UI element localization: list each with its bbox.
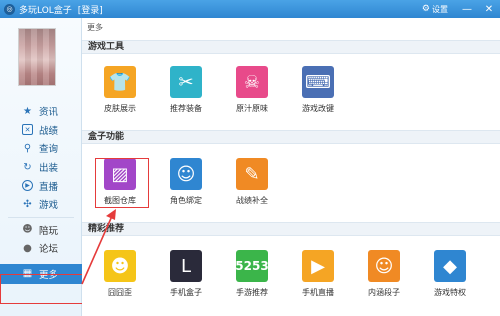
section-header-box-functions: 盒子功能	[82, 130, 500, 144]
section-header-tools: 游戏工具	[82, 40, 500, 54]
sidebar-item-label: 资讯	[39, 107, 59, 119]
tile-jokes[interactable]: ☺ 内涵段子	[354, 250, 414, 298]
sidebar-item-search[interactable]: ⚲ 查询	[0, 139, 82, 158]
sidebar-item-label: 论坛	[39, 244, 59, 256]
sidebar-item-label: 战绩	[39, 125, 59, 137]
more-highlight-box	[0, 274, 84, 304]
laugh-face-icon: ☺	[368, 250, 400, 282]
tile-recommend-equip[interactable]: ✂ 推荐装备	[156, 66, 216, 114]
shirt-icon: 👕	[104, 66, 136, 98]
tile-label: 手机直播	[302, 288, 334, 297]
app-logo-icon: ◎	[4, 3, 15, 15]
close-button[interactable]: ✕	[478, 0, 500, 18]
smile-face-icon: ☻	[104, 250, 136, 282]
tile-game-privilege[interactable]: ◆ 游戏特权	[420, 250, 480, 298]
lol-logo-icon: L	[170, 250, 202, 282]
tile-label: 皮肤展示	[104, 104, 136, 113]
tile-key-remap[interactable]: ⌨ 游戏改键	[288, 66, 348, 114]
tile-label: 手游推荐	[236, 288, 268, 297]
tile-mobile-live[interactable]: ▶ 手机直播	[288, 250, 348, 298]
skull-icon: ☠	[236, 66, 268, 98]
sidebar-item-label: 游戏	[39, 200, 59, 212]
sidebar-item-game[interactable]: ✣ 游戏	[0, 195, 82, 214]
gear-icon: ⚙	[421, 4, 430, 14]
app-title: 多玩LOL盒子	[19, 5, 72, 16]
5253-logo-icon: 5253	[235, 250, 269, 282]
tile-label: 原汁原味	[236, 104, 268, 113]
tile-label: 游戏改键	[302, 104, 334, 113]
tile-label: 推荐装备	[170, 104, 202, 113]
close-box-icon: ✕	[22, 124, 33, 136]
search-icon: ⚲	[23, 142, 32, 154]
section-header-recommend: 精彩推荐	[82, 222, 500, 236]
sidebar-item-label: 查询	[39, 144, 59, 156]
sidebar-item-companion[interactable]: ☻ 陪玩	[0, 221, 82, 240]
sidebar-item-label: 直播	[39, 181, 59, 193]
tile-role-bind[interactable]: ☺ 角色绑定	[156, 158, 216, 206]
tile-label: 囧囧歪	[108, 288, 132, 297]
sidebar-item-forum[interactable]: ● 论坛	[0, 239, 82, 258]
edit-icon: ✎	[236, 158, 268, 190]
tile-label: 游戏特权	[434, 288, 466, 297]
user-icon: ☺	[170, 158, 202, 190]
tile-jiongjiongwai[interactable]: ☻ 囧囧歪	[90, 250, 150, 298]
sidebar-item-build[interactable]: ↻ 出装	[0, 158, 82, 177]
diamond-icon: ◆	[434, 250, 466, 282]
sidebar-item-label: 出装	[39, 163, 59, 175]
gamepad-icon: ✣	[23, 198, 32, 210]
people-icon: ☻	[22, 224, 33, 236]
tile-label: 手机盒子	[170, 288, 202, 297]
tile-skin-display[interactable]: 👕 皮肤展示	[90, 66, 150, 114]
tile-label: 内涵段子	[368, 288, 400, 297]
sidebar-divider	[8, 216, 74, 218]
swords-icon: ✂	[170, 66, 202, 98]
refresh-icon: ↻	[23, 161, 32, 173]
play-icon: ▶	[22, 180, 33, 192]
settings-label: 设置	[432, 4, 448, 14]
sidebar-item-record[interactable]: ✕ 战绩	[0, 121, 82, 140]
minimize-button[interactable]: —	[456, 0, 478, 18]
keyboard-icon: ⌨	[302, 66, 334, 98]
title-bar: ◎ 多玩LOL盒子 [登录] ⚙ 设置 — ✕	[0, 0, 500, 18]
sidebar-item-news[interactable]: ★ 资讯	[0, 102, 82, 121]
tile-mobile-games[interactable]: 5253 手游推荐	[222, 250, 282, 298]
sidebar-item-live[interactable]: ▶ 直播	[0, 176, 82, 195]
tile-record-fill[interactable]: ✎ 战绩补全	[222, 158, 282, 206]
chat-icon: ●	[23, 242, 32, 254]
settings-button[interactable]: ⚙ 设置	[422, 4, 448, 15]
breadcrumb: 更多	[87, 23, 103, 32]
sidebar-nav: ★ 资讯 ✕ 战绩 ⚲ 查询 ↻ 出装 ▶ 直播 ✣ 游戏 ☻ 陪玩 ● 论坛 …	[0, 102, 82, 284]
avatar[interactable]	[18, 28, 56, 86]
screenshot-tile-highlight-box	[95, 158, 149, 208]
sidebar-item-label: 陪玩	[39, 225, 59, 237]
tile-original[interactable]: ☠ 原汁原味	[222, 66, 282, 114]
play-circle-icon: ▶	[302, 250, 334, 282]
tile-mobile-box[interactable]: L 手机盒子	[156, 250, 216, 298]
tile-label: 角色绑定	[170, 196, 202, 205]
tile-label: 战绩补全	[236, 196, 268, 205]
star-icon: ★	[23, 105, 32, 117]
sidebar: ★ 资讯 ✕ 战绩 ⚲ 查询 ↻ 出装 ▶ 直播 ✣ 游戏 ☻ 陪玩 ● 论坛 …	[0, 18, 82, 316]
login-link[interactable]: [登录]	[78, 3, 103, 16]
